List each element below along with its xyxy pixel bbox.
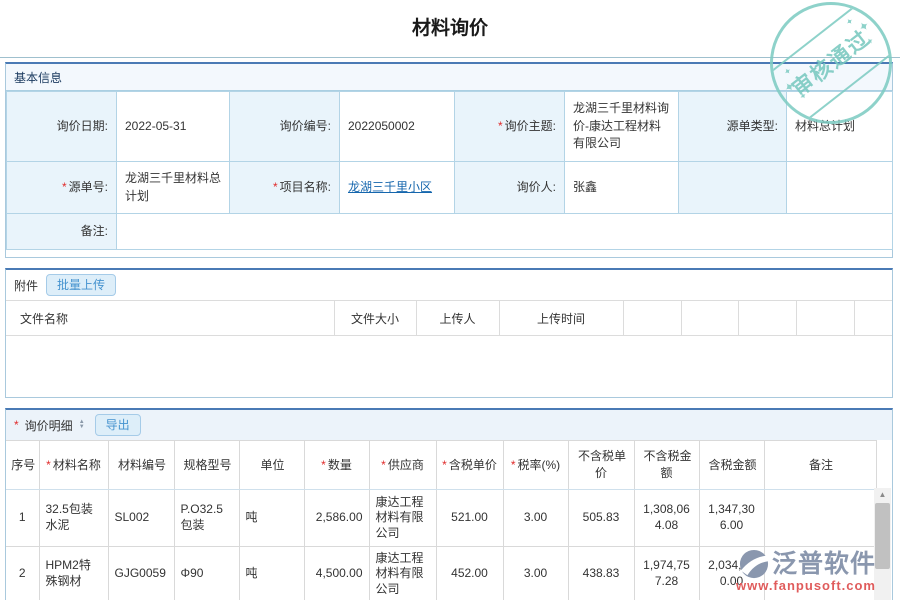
scrollbar-thumb[interactable]: [875, 503, 890, 569]
inquirer-value: 张鑫: [565, 162, 679, 214]
cell-amount-no-tax: 1,974,757.28: [634, 547, 699, 600]
empty-header: [854, 301, 892, 336]
inquiry-subject-label: *询价主题:: [455, 92, 565, 162]
project-name-value: 龙湖三千里小区: [340, 162, 455, 214]
table-row: 1 32.5包装水泥 SL002 P.O32.5包装 吨 2,586.00 康达…: [6, 490, 876, 547]
source-no-value: 龙湖三千里材料总计划: [117, 162, 230, 214]
details-title: 询价明细: [25, 417, 73, 434]
empty-label-cell: [679, 162, 787, 214]
cell-price-tax: 521.00: [436, 490, 503, 547]
col-tax-rate-header: *税率(%): [503, 441, 568, 490]
details-header: * 询价明细 ▲▼ 导出: [6, 410, 892, 440]
remark-value: [117, 214, 893, 250]
cell-unit: 吨: [239, 547, 304, 600]
basic-info-table: 询价日期: 2022-05-31 询价编号: 2022050002 *询价主题:…: [6, 91, 893, 250]
empty-value-cell: [787, 162, 893, 214]
cell-tax-rate: 3.00: [503, 490, 568, 547]
col-remark-header: 备注: [764, 441, 876, 490]
source-type-label: 源单类型:: [679, 92, 787, 162]
cell-material-name: HPM2特殊钢材: [39, 547, 108, 600]
fanpu-watermark: 泛普软件 www.fanpusoft.com: [736, 549, 876, 593]
col-qty-header: *数量: [304, 441, 369, 490]
cell-unit: 吨: [239, 490, 304, 547]
scrollbar-up-arrow-icon[interactable]: ▲: [874, 488, 891, 502]
col-material-code-header: 材料编号: [108, 441, 174, 490]
page-title: 材料询价: [0, 13, 900, 40]
remark-label: 备注:: [7, 214, 117, 250]
empty-header: [796, 301, 854, 336]
project-name-link[interactable]: 龙湖三千里小区: [348, 180, 432, 194]
col-spec-header: 规格型号: [174, 441, 239, 490]
col-price-tax-header: *含税单价: [436, 441, 503, 490]
cell-price-no-tax: 505.83: [568, 490, 634, 547]
inquiry-date-value: 2022-05-31: [117, 92, 230, 162]
material-inquiry-page: { "page": { "title": "材料询价" }, "stamp": …: [0, 0, 900, 600]
cell-material-name: 32.5包装水泥: [39, 490, 108, 547]
empty-header: [623, 301, 681, 336]
file-table: 文件名称 文件大小 上传人 上传时间: [6, 300, 892, 336]
details-required-mark: *: [14, 418, 19, 432]
col-amount-tax-header: 含税金额: [699, 441, 764, 490]
source-type-value: 材料总计划: [787, 92, 893, 162]
fanpu-logo-icon: [739, 549, 769, 579]
cell-qty: 4,500.00: [304, 547, 369, 600]
inquiry-date-label: 询价日期:: [7, 92, 117, 162]
uploader-header: 上传人: [416, 301, 499, 336]
cell-material-code: GJG0059: [108, 547, 174, 600]
cell-remark: [764, 490, 876, 547]
project-name-label: *项目名称:: [230, 162, 340, 214]
cell-seq: 2: [6, 547, 39, 600]
upload-time-header: 上传时间: [499, 301, 623, 336]
inquiry-subject-value: 龙湖三千里材料询价-康达工程材料有限公司: [565, 92, 679, 162]
fanpu-url: www.fanpusoft.com: [736, 578, 876, 593]
export-button[interactable]: 导出: [95, 414, 141, 436]
cell-tax-rate: 3.00: [503, 547, 568, 600]
cell-material-code: SL002: [108, 490, 174, 547]
cell-supplier: 康达工程材料有限公司: [369, 547, 436, 600]
col-unit-header: 单位: [239, 441, 304, 490]
cell-supplier: 康达工程材料有限公司: [369, 490, 436, 547]
vertical-scrollbar[interactable]: ▲: [874, 488, 891, 600]
inquirer-label: 询价人:: [455, 162, 565, 214]
attachments-section: 附件 批量上传 文件名称 文件大小 上传人 上传时间: [5, 268, 893, 398]
inquiry-no-value: 2022050002: [340, 92, 455, 162]
attachments-header: 附件 批量上传: [6, 270, 892, 300]
cell-spec: P.O32.5包装: [174, 490, 239, 547]
cell-price-no-tax: 438.83: [568, 547, 634, 600]
cell-amount-no-tax: 1,308,064.08: [634, 490, 699, 547]
basic-info-title: 基本信息: [14, 69, 62, 86]
inquiry-no-label: 询价编号:: [230, 92, 340, 162]
details-header-row: 序号 *材料名称 材料编号 规格型号 单位 *数量 *供应商 *含税单价 *税率…: [6, 441, 876, 490]
fanpu-name: 泛普软件: [772, 551, 876, 577]
cell-price-tax: 452.00: [436, 547, 503, 600]
empty-header: [681, 301, 738, 336]
batch-upload-button[interactable]: 批量上传: [46, 274, 116, 296]
sort-icon[interactable]: ▲▼: [79, 420, 85, 430]
col-material-name-header: *材料名称: [39, 441, 108, 490]
col-seq-header: 序号: [6, 441, 39, 490]
file-size-header: 文件大小: [334, 301, 416, 336]
basic-info-section: 基本信息 询价日期: 2022-05-31 询价编号: 2022050002 *…: [5, 62, 893, 258]
empty-header: [738, 301, 796, 336]
cell-seq: 1: [6, 490, 39, 547]
col-price-no-tax-header: 不含税单价: [568, 441, 634, 490]
cell-amount-tax: 1,347,306.00: [699, 490, 764, 547]
title-divider: [0, 57, 900, 58]
col-supplier-header: *供应商: [369, 441, 436, 490]
source-no-label: *源单号:: [7, 162, 117, 214]
cell-qty: 2,586.00: [304, 490, 369, 547]
basic-info-header: 基本信息: [6, 64, 892, 91]
cell-spec: Φ90: [174, 547, 239, 600]
attachments-title: 附件: [14, 277, 38, 294]
file-name-header: 文件名称: [6, 301, 334, 336]
col-amount-no-tax-header: 不含税金额: [634, 441, 699, 490]
